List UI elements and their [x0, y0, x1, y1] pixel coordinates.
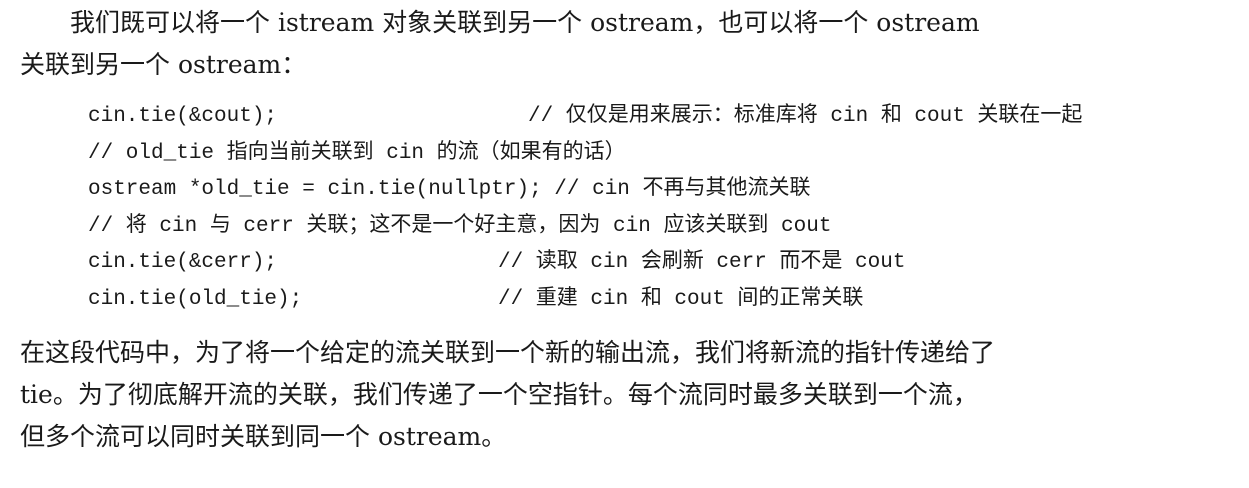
code-comment: // 重建 cin 和 cout 间的正常关联 — [498, 287, 864, 311]
code-comment: // 仅仅是用来展示：标准库将 cin 和 cout 关联在一起 — [528, 105, 1083, 128]
explanation-paragraph: 在这段代码中，为了将一个给定的流关联到一个新的输出流，我们将新流的指针传递给了 … — [20, 332, 1242, 458]
code-line-1: cin.tie(&cout); // 仅仅是用来展示：标准库将 cin 和 cou… — [88, 99, 1082, 136]
explanation-line-2: tie。为了彻底解开流的关联，我们传递了一个空指针。每个流同时最多关联到一个流， — [20, 380, 978, 409]
explanation-line-1: 在这段代码中，为了将一个给定的流关联到一个新的输出流，我们将新流的指针传递给了 — [20, 338, 996, 367]
code-comment: // cin 不再与其他流关联 — [554, 178, 811, 201]
code-comment: // old_tie 指向当前关联到 cin 的流（如果有的话） — [88, 141, 626, 165]
intro-line-1: 我们既可以将一个 istream 对象关联到另一个 ostream，也可以将一个… — [70, 8, 980, 37]
code-statement: cin.tie(old_tie); — [88, 287, 303, 311]
code-comment: // 将 cin 与 cerr 关联；这不是一个好主意，因为 cin 应该关联到… — [88, 214, 832, 238]
code-listing: cin.tie(&cout); // 仅仅是用来展示：标准库将 cin 和 cou… — [88, 99, 1082, 318]
code-statement: ostream *old_tie = cin.tie(nullptr); — [88, 178, 542, 201]
intro-line-2: 关联到另一个 ostream： — [20, 50, 307, 79]
code-line-6: cin.tie(old_tie); // 重建 cin 和 cout 间的正常关联 — [88, 282, 1082, 319]
intro-paragraph: 我们既可以将一个 istream 对象关联到另一个 ostream，也可以将一个… — [20, 2, 1242, 86]
code-statement: cin.tie(&cerr); — [88, 251, 278, 274]
code-comment: // 读取 cin 会刷新 cerr 而不是 cout — [498, 251, 906, 274]
code-line-4: // 将 cin 与 cerr 关联；这不是一个好主意，因为 cin 应该关联到… — [88, 209, 1082, 246]
book-page: 我们既可以将一个 istream 对象关联到另一个 ostream，也可以将一个… — [0, 0, 1249, 488]
code-line-5: cin.tie(&cerr); // 读取 cin 会刷新 cerr 而不是 co… — [88, 245, 1082, 282]
code-line-3: ostream *old_tie = cin.tie(nullptr); // … — [88, 172, 1082, 209]
code-statement: cin.tie(&cout); — [88, 105, 278, 128]
code-line-2: // old_tie 指向当前关联到 cin 的流（如果有的话） — [88, 136, 1082, 173]
explanation-line-3: 但多个流可以同时关联到同一个 ostream。 — [20, 422, 507, 451]
